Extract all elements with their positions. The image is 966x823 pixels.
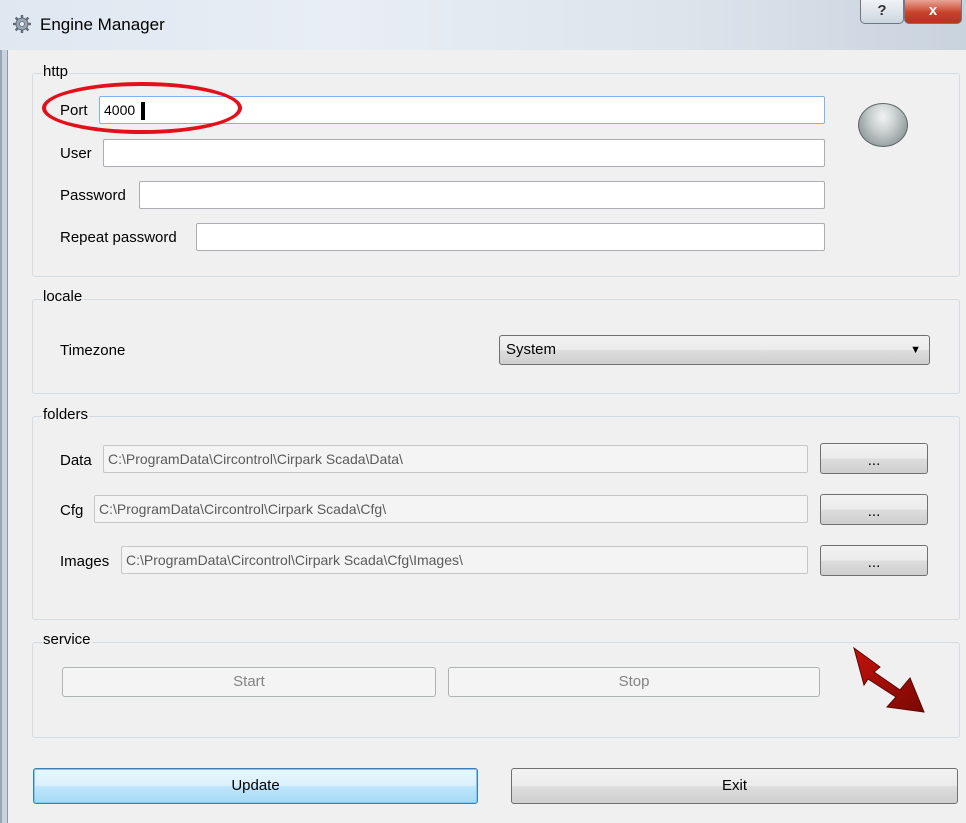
data-folder-browse-button[interactable]: ... [820,443,928,474]
browse-label: ... [867,452,881,469]
help-label: ? [877,2,887,19]
status-led-indicator [858,103,908,147]
repeat-password-input[interactable] [196,223,825,251]
red-arrow-annotation-icon [853,646,925,713]
title-bar[interactable]: Engine Manager ? x [0,0,966,50]
browse-label: ... [867,503,881,520]
timezone-value: System [506,341,557,358]
update-label: Update [231,777,280,794]
close-button[interactable]: x [904,0,962,24]
folders-group-title: folders [42,406,90,423]
browse-label: ... [867,554,881,571]
images-folder-input[interactable]: C:\ProgramData\Circontrol\Cirpark Scada\… [121,546,808,574]
exit-button[interactable]: Exit [511,768,958,804]
stop-service-button[interactable]: Stop [448,667,820,697]
window-left-border [0,50,10,823]
port-highlight-annotation [42,82,242,134]
gear-icon [13,15,31,33]
password-input[interactable] [139,181,825,209]
images-folder-label: Images [60,553,110,570]
update-button[interactable]: Update [33,768,478,804]
window-title: Engine Manager [40,15,165,34]
dropdown-arrow-icon: ▼ [910,344,921,356]
timezone-select[interactable]: System ▼ [499,335,930,365]
locale-group-title: locale [42,288,84,305]
repeat-password-label: Repeat password [60,229,177,246]
data-folder-label: Data [60,452,92,469]
service-group-title: service [42,631,92,648]
start-service-button[interactable]: Start [62,667,436,697]
cfg-folder-browse-button[interactable]: ... [820,494,928,525]
user-label: User [60,145,92,162]
help-button[interactable]: ? [860,0,904,24]
engine-manager-window: Engine Manager ? x http Port 4000 User P… [0,0,966,823]
stop-label: Stop [618,673,650,690]
exit-label: Exit [721,777,747,794]
start-label: Start [233,673,265,690]
close-icon: x [928,2,938,19]
http-group-title: http [42,63,70,80]
data-folder-input[interactable]: C:\ProgramData\Circontrol\Cirpark Scada\… [103,445,808,473]
password-label: Password [60,187,126,204]
timezone-label: Timezone [60,342,126,359]
user-input[interactable] [103,139,825,167]
images-folder-browse-button[interactable]: ... [820,545,928,576]
cfg-folder-label: Cfg [60,502,84,519]
cfg-folder-input[interactable]: C:\ProgramData\Circontrol\Cirpark Scada\… [94,495,808,523]
